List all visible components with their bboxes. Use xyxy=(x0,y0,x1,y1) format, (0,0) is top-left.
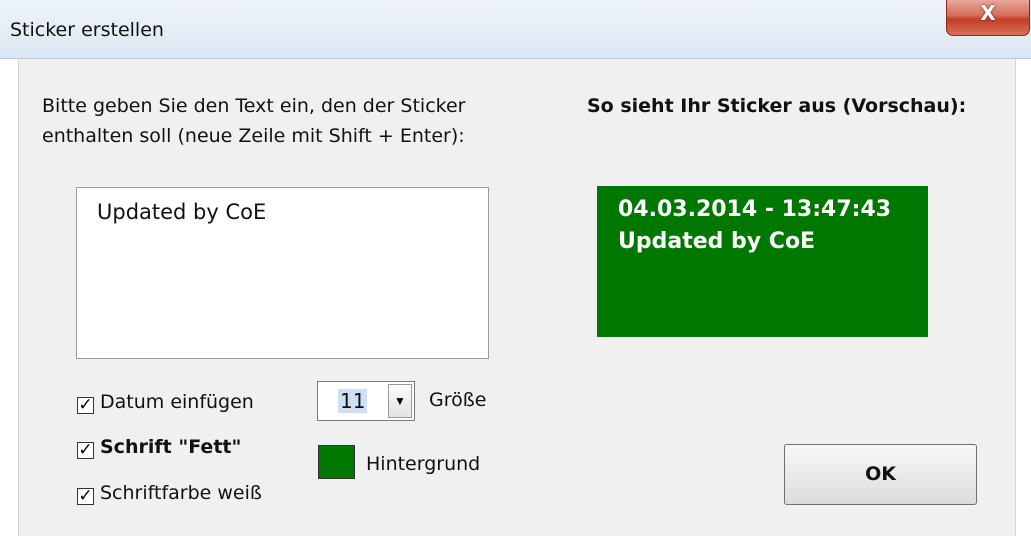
title-bar: Sticker erstellen X xyxy=(0,0,1031,59)
instructions-label: Bitte geben Sie den Text ein, den der St… xyxy=(42,91,562,151)
instructions-line-2: enthalten soll (neue Zeile mit Shift + E… xyxy=(42,125,465,147)
preview-line-date: 04.03.2014 - 13:47:43 xyxy=(618,197,892,222)
background-label: Hintergrund xyxy=(366,453,481,475)
chevron-down-icon[interactable]: ▼ xyxy=(388,384,412,418)
preview-line-text: Updated by CoE xyxy=(618,229,816,254)
instructions-line-1: Bitte geben Sie den Text ein, den der St… xyxy=(42,95,466,117)
font-size-select[interactable]: 11 ▼ xyxy=(317,381,415,421)
bold-font-checkbox[interactable]: ✓ xyxy=(77,442,94,459)
white-font-checkbox[interactable]: ✓ xyxy=(77,488,94,505)
close-icon: X xyxy=(980,1,996,25)
sticker-text-input[interactable]: Updated by CoE xyxy=(76,187,489,359)
insert-date-checkbox[interactable]: ✓ xyxy=(77,397,94,414)
dialog-body: Bitte geben Sie den Text ein, den der St… xyxy=(18,59,1016,536)
window-title: Sticker erstellen xyxy=(10,19,164,41)
sticker-preview: 04.03.2014 - 13:47:43 Updated by CoE xyxy=(597,186,928,337)
font-size-label: Größe xyxy=(429,389,487,411)
insert-date-label: Datum einfügen xyxy=(100,391,254,413)
close-button[interactable]: X xyxy=(946,0,1030,36)
bold-font-label: Schrift "Fett" xyxy=(100,436,242,458)
preview-title: So sieht Ihr Sticker aus (Vorschau): xyxy=(587,95,967,117)
background-color-swatch[interactable] xyxy=(318,445,355,479)
white-font-label: Schriftfarbe weiß xyxy=(100,482,262,504)
font-size-value: 11 xyxy=(338,389,368,413)
ok-button[interactable]: OK xyxy=(784,444,977,505)
